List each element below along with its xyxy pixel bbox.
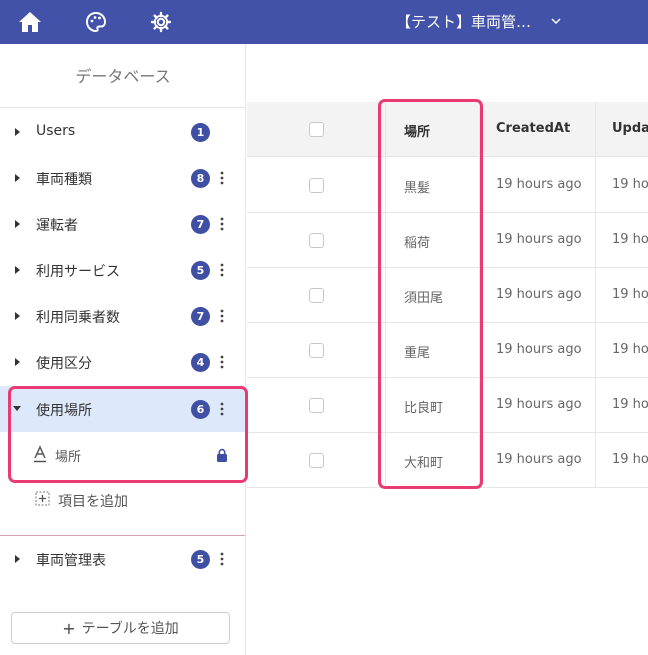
sidebar-item-usage-category[interactable]: 使用区分 4: [0, 339, 245, 385]
row-checkbox[interactable]: [309, 288, 324, 303]
sidebar-item-drivers[interactable]: 運転者 7: [0, 201, 245, 247]
sidebar-item-label: Users: [36, 123, 76, 139]
top-bar: 【テスト】車両管…: [0, 0, 648, 44]
more-vertical-icon[interactable]: [218, 401, 226, 417]
expand-arrow-icon[interactable]: [15, 358, 20, 366]
more-vertical-icon[interactable]: [218, 308, 226, 324]
column-separator: [595, 102, 596, 488]
lock-icon: [217, 448, 227, 462]
add-table-label: テーブルを追加: [81, 621, 179, 637]
cell-updatedat[interactable]: 19 hou: [612, 287, 648, 302]
cell-place[interactable]: 稲荷: [404, 232, 430, 251]
table-row[interactable]: 比良町 19 hours ago 19 hou: [247, 378, 648, 433]
count-badge: 8: [191, 169, 210, 188]
table-row[interactable]: 黒髪 19 hours ago 19 hou: [247, 158, 648, 213]
sidebar-item-label: 車両種類: [36, 172, 92, 188]
count-badge: 5: [191, 550, 210, 569]
cell-createdat[interactable]: 19 hours ago: [496, 342, 582, 357]
text-field-icon: [34, 445, 46, 463]
sidebar: データベース Users 1 車両種類 8 運転者 7 利用サービス 5 利用同…: [0, 44, 246, 655]
cell-updatedat[interactable]: 19 hou: [612, 342, 648, 357]
cell-place[interactable]: 黒髪: [404, 177, 430, 196]
column-header-updatedat[interactable]: Updat: [612, 121, 648, 136]
cell-createdat[interactable]: 19 hours ago: [496, 232, 582, 247]
palette-icon[interactable]: [83, 9, 109, 35]
row-checkbox[interactable]: [309, 233, 324, 248]
add-field-icon: [35, 491, 50, 506]
row-checkbox[interactable]: [309, 398, 324, 413]
sidebar-item-label: 利用同乗者数: [36, 310, 120, 326]
cell-place[interactable]: 比良町: [404, 397, 443, 416]
chevron-down-icon[interactable]: [549, 13, 563, 27]
table-row[interactable]: 大和町 19 hours ago 19 hou: [247, 433, 648, 488]
grid-header: 場所 CreatedAt Updat: [247, 102, 648, 157]
add-table-button[interactable]: + テーブルを追加: [11, 612, 230, 644]
field-item-place[interactable]: 場所: [0, 432, 245, 478]
cell-createdat[interactable]: 19 hours ago: [496, 287, 582, 302]
sidebar-item-label: 使用区分: [36, 356, 92, 372]
sidebar-item-users[interactable]: Users 1: [0, 109, 245, 155]
row-checkbox[interactable]: [309, 343, 324, 358]
expand-arrow-icon[interactable]: [15, 555, 20, 563]
cell-updatedat[interactable]: 19 hou: [612, 397, 648, 412]
plus-icon: +: [62, 618, 76, 638]
more-vertical-icon[interactable]: [218, 354, 226, 370]
column-header-place[interactable]: 場所: [404, 121, 430, 140]
more-vertical-icon[interactable]: [218, 262, 226, 278]
sidebar-title: データベース: [0, 44, 246, 108]
sidebar-item-label: 利用サービス: [36, 264, 120, 280]
count-badge: 7: [191, 215, 210, 234]
count-badge: 6: [191, 400, 210, 419]
add-field-button[interactable]: 項目を追加: [0, 478, 245, 522]
sidebar-item-label: 車両管理表: [36, 553, 106, 569]
cell-updatedat[interactable]: 19 hou: [612, 452, 648, 467]
count-badge: 1: [191, 123, 210, 142]
count-badge: 7: [191, 307, 210, 326]
cell-createdat[interactable]: 19 hours ago: [496, 177, 582, 192]
sidebar-item-vehicle-types[interactable]: 車両種類 8: [0, 155, 245, 201]
add-field-label: 項目を追加: [58, 494, 128, 510]
row-checkbox[interactable]: [309, 178, 324, 193]
home-icon[interactable]: [17, 9, 43, 35]
more-vertical-icon[interactable]: [218, 216, 226, 232]
expand-arrow-icon[interactable]: [15, 220, 20, 228]
cell-updatedat[interactable]: 19 hou: [612, 232, 648, 247]
field-label: 場所: [55, 450, 82, 465]
cell-createdat[interactable]: 19 hours ago: [496, 397, 582, 412]
count-badge: 5: [191, 261, 210, 280]
select-all-checkbox[interactable]: [309, 122, 324, 137]
sidebar-item-label: 運転者: [36, 218, 78, 234]
row-checkbox[interactable]: [309, 453, 324, 468]
column-separator: [479, 102, 480, 488]
more-vertical-icon[interactable]: [218, 551, 226, 567]
cell-createdat[interactable]: 19 hours ago: [496, 452, 582, 467]
expand-arrow-icon[interactable]: [15, 312, 20, 320]
sidebar-item-usage-location[interactable]: 使用場所 6: [0, 386, 245, 432]
count-badge: 4: [191, 353, 210, 372]
expand-arrow-icon[interactable]: [15, 128, 20, 136]
collapse-arrow-icon[interactable]: [13, 406, 21, 411]
more-vertical-icon[interactable]: [218, 170, 226, 186]
expand-arrow-icon[interactable]: [15, 266, 20, 274]
cell-place[interactable]: 大和町: [404, 452, 443, 471]
sidebar-item-label: 使用場所: [36, 403, 92, 419]
data-grid: 場所 CreatedAt Updat 黒髪 19 hours ago 19 ho…: [247, 102, 648, 488]
table-row[interactable]: 須田尾 19 hours ago 19 hou: [247, 268, 648, 323]
column-separator: [385, 102, 386, 488]
expand-arrow-icon[interactable]: [15, 174, 20, 182]
sidebar-item-services[interactable]: 利用サービス 5: [0, 247, 245, 293]
gear-icon[interactable]: [148, 9, 174, 35]
sidebar-item-vehicle-management[interactable]: 車両管理表 5: [0, 536, 245, 582]
cell-place[interactable]: 重尾: [404, 342, 430, 361]
cell-place[interactable]: 須田尾: [404, 287, 443, 306]
app-title[interactable]: 【テスト】車両管…: [396, 11, 531, 32]
cell-updatedat[interactable]: 19 hou: [612, 177, 648, 192]
table-row[interactable]: 稲荷 19 hours ago 19 hou: [247, 213, 648, 268]
table-row[interactable]: 重尾 19 hours ago 19 hou: [247, 323, 648, 378]
column-header-createdat[interactable]: CreatedAt: [496, 121, 570, 136]
sidebar-item-passengers[interactable]: 利用同乗者数 7: [0, 293, 245, 339]
